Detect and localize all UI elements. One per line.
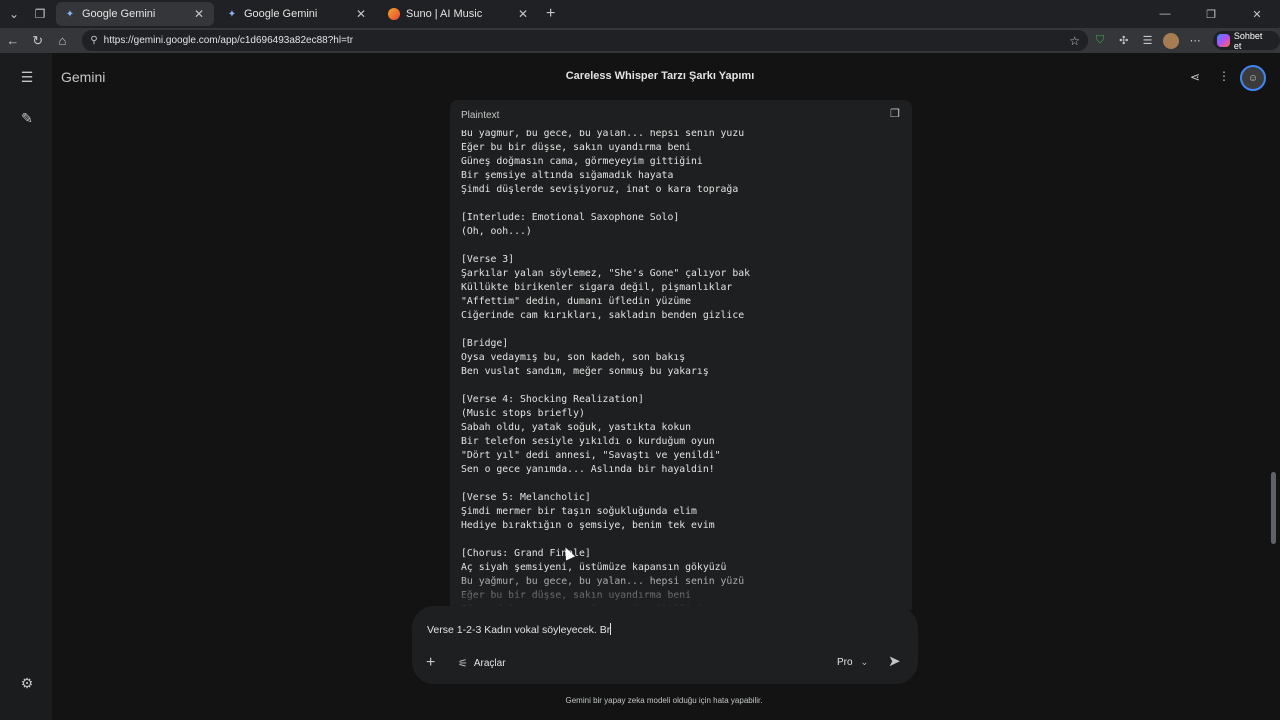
code-line: Hediye bıraktığın o şemsiye, benim tek e… — [461, 520, 715, 531]
new-tab-icon[interactable]: + — [546, 5, 555, 23]
code-line: Bu yağmur, bu gece, bu yalan... hepsi se… — [461, 130, 745, 139]
close-icon[interactable]: ✕ — [354, 7, 368, 21]
prompt-input[interactable]: Verse 1-2-3 Kadın vokal söyleyecek. Br — [427, 623, 612, 636]
new-chat-icon[interactable]: ✎ — [18, 110, 36, 128]
browser-tab[interactable]: ✦ Google Gemini ✕ — [56, 2, 214, 26]
more-options-icon[interactable]: ⋮ — [1218, 69, 1230, 83]
chevron-down-icon: ⌄ — [860, 657, 869, 667]
code-line: Küllükte birikenler sigara değil, pişman… — [461, 282, 733, 293]
code-line: Güneş doğmasın cama, görmeyeyim gittiğin… — [461, 156, 703, 167]
sidebar: ☰ ✎ ⚙ — [0, 53, 52, 720]
minimize-icon[interactable]: — — [1142, 8, 1188, 21]
main-content: Gemini Careless Whisper Tarzı Şarkı Yapı… — [52, 53, 1280, 720]
code-line: [Interlude: Emotional Saxophone Solo] — [461, 212, 680, 223]
close-icon[interactable]: ✕ — [516, 7, 530, 21]
text-caret — [610, 623, 612, 635]
profile-avatar[interactable] — [1163, 32, 1180, 49]
tools-sliders-icon: ⚟ — [458, 658, 468, 670]
code-line: Ciğerinde cam kırıkları, sakladın benden… — [461, 310, 745, 321]
close-icon[interactable]: ✕ — [192, 7, 206, 21]
add-attachment-icon[interactable]: + — [426, 654, 435, 672]
browser-toolbar: ← ↻ ⌂ ⚲ https://gemini.google.com/app/c1… — [0, 28, 1280, 53]
browser-tab[interactable]: Suno | AI Music ✕ — [380, 2, 538, 26]
copilot-label: Sohbet et — [1233, 30, 1263, 51]
code-line: Bir şemsiye altında sığamadık hayata — [461, 170, 674, 181]
home-icon[interactable]: ⌂ — [51, 33, 75, 48]
copilot-icon — [1217, 34, 1230, 47]
url-text: https://gemini.google.com/app/c1d696493a… — [103, 35, 354, 46]
restore-icon[interactable]: ❐ — [1188, 8, 1234, 21]
code-content: Bu yağmur, bu gece, bu yalan... hepsi se… — [461, 130, 901, 610]
copy-icon[interactable]: ❐ — [890, 109, 900, 120]
code-line: [Verse 5: Melancholic] — [461, 492, 591, 503]
code-line: (Music stops briefly) — [461, 408, 585, 419]
site-info-icon[interactable]: ⚲ — [90, 35, 97, 46]
fade-overlay — [461, 570, 901, 610]
tab-title: Google Gemini — [82, 8, 156, 20]
suno-icon — [388, 8, 400, 20]
code-line: Sen o gece yanımda... Aslında bir hayald… — [461, 464, 715, 475]
code-line: Oysa vedaymış bu, son kadeh, son bakış — [461, 352, 686, 363]
tab-title: Google Gemini — [244, 8, 318, 20]
more-menu-icon[interactable]: ⋯ — [1183, 34, 1207, 47]
code-line: (Oh, ooh...) — [461, 226, 532, 237]
extensions-icon[interactable]: ✣ — [1112, 34, 1136, 47]
code-line: [Chorus: Grand Finale] — [461, 548, 591, 559]
code-line: Sabah oldu, yatak soğuk, yastıkta kokun — [461, 422, 692, 433]
code-line: [Bridge] — [461, 338, 509, 349]
conversation-title: Careless Whisper Tarzı Şarkı Yapımı — [565, 70, 755, 82]
address-bar[interactable]: ⚲ https://gemini.google.com/app/c1d69649… — [82, 30, 1089, 51]
share-icon[interactable]: ⋖ — [1190, 70, 1200, 84]
window-controls: — ❐ ✕ — [1142, 8, 1280, 21]
shield-icon[interactable]: ⛉ — [1088, 34, 1112, 47]
prompt-composer: Verse 1-2-3 Kadın vokal söyleyecek. Br +… — [412, 606, 918, 684]
gemini-icon: ✦ — [227, 8, 237, 20]
browser-tab[interactable]: ✦ Google Gemini ✕ — [218, 2, 376, 26]
code-line: [Verse 4: Shocking Realization] — [461, 394, 644, 405]
close-window-icon[interactable]: ✕ — [1234, 8, 1280, 21]
account-avatar[interactable]: ☺ — [1240, 65, 1266, 91]
code-line: [Verse 3] — [461, 254, 515, 265]
settings-gear-icon[interactable]: ⚙ — [18, 675, 36, 693]
code-block: Plaintext ❐ Bu yağmur, bu gece, bu yalan… — [450, 100, 912, 610]
menu-icon[interactable]: ☰ — [18, 69, 36, 87]
back-icon[interactable]: ← — [1, 33, 25, 48]
reload-icon[interactable]: ↻ — [26, 33, 50, 49]
tools-label: Araçlar — [473, 658, 506, 669]
disclaimer-text: Gemini bir yapay zeka modeli olduğu için… — [565, 696, 763, 705]
model-label: Pro — [837, 657, 853, 668]
scrollbar-thumb[interactable] — [1271, 472, 1276, 544]
tools-button[interactable]: ⚟ Araçlar — [458, 657, 506, 670]
code-lines: Bu yağmur, bu gece, bu yalan... hepsi se… — [461, 130, 750, 610]
code-line: Şimdi düşlerde sevişiyoruz, inat o kara … — [461, 184, 739, 195]
favorites-icon[interactable]: ☰ — [1136, 34, 1160, 47]
tab-title: Suno | AI Music — [406, 8, 483, 20]
code-block-header: Plaintext — [450, 100, 912, 130]
copilot-button[interactable]: Sohbet et — [1213, 30, 1280, 51]
code-line: "Affettim" dedin, dumanı üfledin yüzüme — [461, 296, 692, 307]
browser-tab-bar: ⌄ ❐ ✦ Google Gemini ✕ ✦ Google Gemini ✕ … — [0, 0, 1280, 28]
tab-groups-icon[interactable]: ❐ — [28, 2, 52, 26]
code-line: Şimdi mermer bir taşın soğukluğunda elim — [461, 506, 697, 517]
bookmark-star-icon[interactable]: ☆ — [1069, 34, 1080, 48]
tab-search-icon[interactable]: ⌄ — [2, 2, 26, 26]
gemini-icon: ✦ — [65, 8, 75, 20]
code-line: Bir telefon sesiyle yıkıldı o kurduğum o… — [461, 436, 715, 447]
code-line: Eğer bu bir düşse, sakın uyandırma beni — [461, 142, 692, 153]
prompt-text: Verse 1-2-3 Kadın vokal söyleyecek. Br — [427, 624, 611, 636]
send-icon[interactable]: ➤ — [888, 652, 901, 670]
code-line: Ben vuslat sandım, meğer sonmuş bu yakar… — [461, 366, 709, 377]
code-line: Şarkılar yalan söylemez, "She's Gone" ça… — [461, 268, 751, 279]
code-line: "Dört yıl" dedi annesi, "Savaştı ve yeni… — [461, 450, 721, 461]
model-selector[interactable]: Pro ⌄ — [837, 657, 868, 668]
code-language-label: Plaintext — [461, 109, 500, 121]
